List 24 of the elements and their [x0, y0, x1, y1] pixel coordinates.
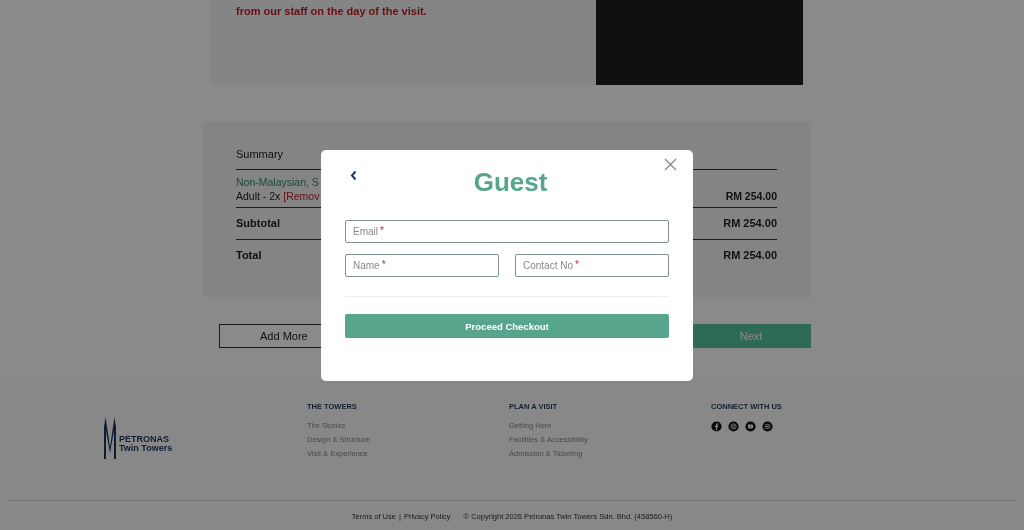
- row-value: RM 254.00: [723, 217, 777, 229]
- ticket-quantity: Adult - 2x: [236, 190, 281, 202]
- required-mark: *: [380, 225, 384, 237]
- facebook-icon[interactable]: [711, 421, 722, 432]
- remove-link[interactable]: [Remov: [283, 190, 320, 202]
- proceed-checkout-button[interactable]: Proceed Checkout: [345, 314, 669, 338]
- logo-text: PETRONAS Twin Towers: [119, 435, 173, 453]
- ticket-price: RM 254.00: [725, 190, 777, 202]
- back-icon[interactable]: [350, 170, 357, 181]
- row-value: RM 254.00: [723, 249, 777, 261]
- close-icon[interactable]: [664, 158, 677, 171]
- video-icon[interactable]: [762, 421, 773, 432]
- notice-text: from our staff on the day of the visit.: [236, 5, 427, 17]
- ticket-name: Non-Malaysian, S: [236, 176, 320, 188]
- towers-logo-icon: [103, 417, 117, 459]
- summary-title: Summary: [236, 148, 285, 160]
- row-label: Total: [236, 249, 262, 261]
- dialog-title: Guest: [473, 167, 548, 198]
- next-button[interactable]: Next: [691, 324, 811, 348]
- youtube-icon[interactable]: [745, 421, 756, 432]
- row-label: Subtotal: [236, 217, 280, 229]
- required-mark: *: [575, 259, 579, 271]
- instagram-icon[interactable]: [728, 421, 739, 432]
- required-mark: *: [381, 259, 386, 271]
